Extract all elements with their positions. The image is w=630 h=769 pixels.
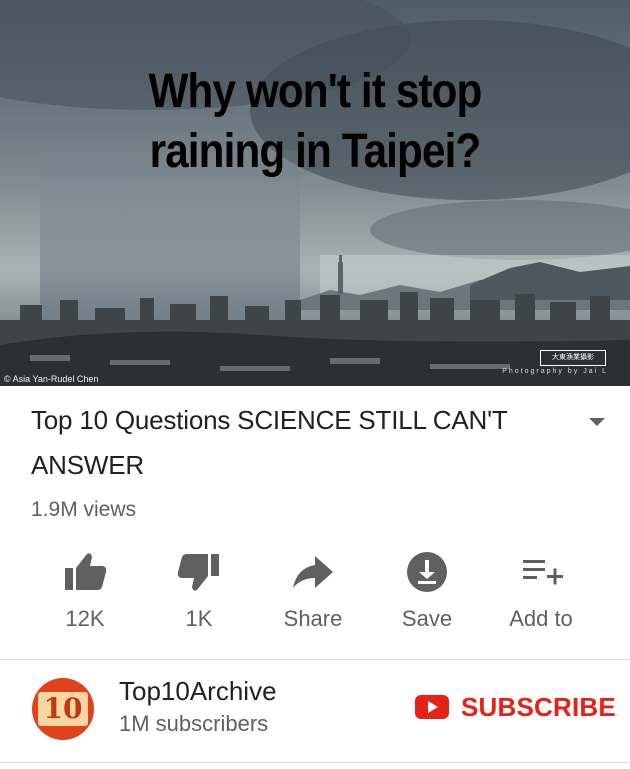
overlay-line-1: Why won't it stop [148, 65, 483, 118]
dislike-count: 1K [185, 606, 213, 631]
share-label: Share [283, 606, 343, 631]
share-arrow-icon [293, 556, 333, 588]
save-button[interactable]: Save [372, 548, 482, 638]
like-count: 12K [65, 606, 105, 631]
add-to-playlist-button[interactable]: Add to [486, 548, 596, 638]
subscriber-count: 1M subscribers [119, 711, 269, 736]
share-button[interactable]: Share [258, 548, 368, 638]
action-bar: 12K 1K Share Save Add to [0, 548, 630, 638]
thumbs-down-icon [177, 554, 219, 591]
expand-description-icon[interactable] [585, 410, 609, 434]
avatar-number: 10 [38, 692, 88, 726]
stormy-city-image [0, 0, 630, 386]
section-divider [0, 659, 630, 660]
channel-name[interactable]: Top10Archive [119, 676, 277, 707]
add-to-label: Add to [509, 606, 573, 631]
thumbs-up-icon [65, 553, 107, 590]
photo-credit-right: Photography by Jai L [502, 368, 608, 375]
dislike-button[interactable]: 1K [144, 548, 254, 638]
channel-avatar[interactable]: 10 [32, 678, 94, 740]
photo-credit-left: © Asia Yan-Rudel Chen [4, 374, 99, 384]
like-button[interactable]: 12K [30, 548, 140, 638]
video-thumbnail[interactable]: Why won't it stop raining in Taipei? 大東漁… [0, 0, 630, 386]
subscribe-label: SUBSCRIBE [461, 692, 616, 722]
add-to-playlist-icon [523, 560, 563, 585]
download-icon [407, 552, 447, 592]
photographer-logo: 大東漁業攝影 [540, 350, 606, 366]
overlay-line-2: raining in Taipei? [149, 125, 482, 178]
video-title: Top 10 Questions SCIENCE STILL CAN'T ANS… [31, 405, 508, 480]
bottom-divider [0, 762, 630, 763]
save-label: Save [401, 606, 453, 631]
youtube-play-icon [415, 695, 449, 719]
view-count: 1.9M views [31, 498, 137, 521]
thumbnail-overlay-title: Why won't it stop raining in Taipei? [38, 62, 592, 182]
